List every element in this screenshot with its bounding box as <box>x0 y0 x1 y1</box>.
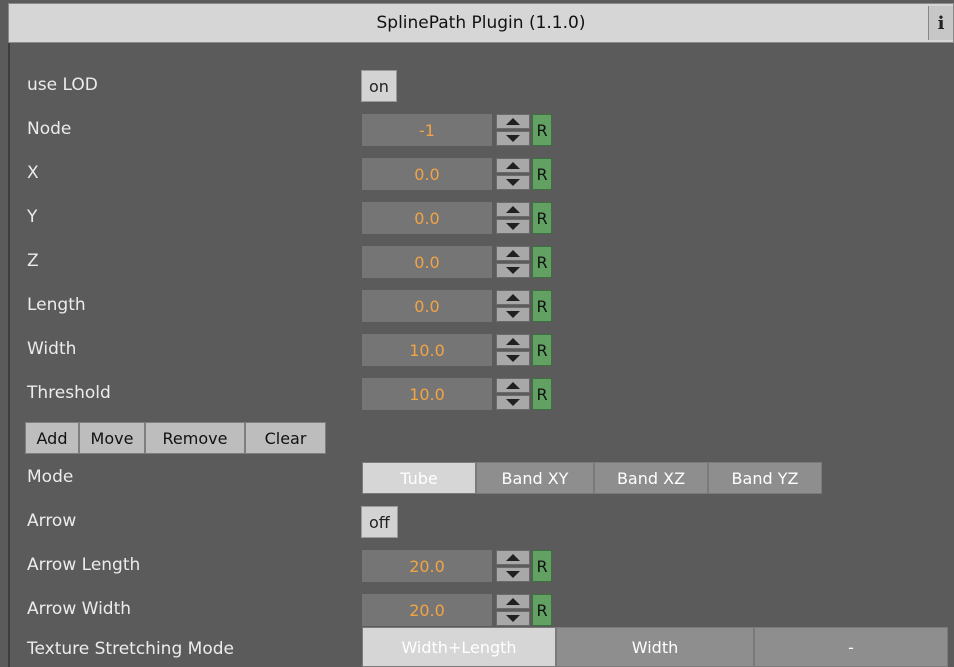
texture-width-length-button[interactable]: Width+Length <box>362 627 556 667</box>
arrow-toggle[interactable]: off <box>361 506 398 538</box>
y-field[interactable]: 0.0 <box>362 202 492 234</box>
increment-arrow-icon[interactable] <box>496 594 530 609</box>
texture-stretching-mode-label: Texture Stretching Mode <box>27 639 234 659</box>
width-label: Width <box>27 339 77 359</box>
z-spinner[interactable] <box>496 246 530 278</box>
decrement-arrow-icon[interactable] <box>496 307 530 322</box>
x-spinner[interactable] <box>496 158 530 190</box>
mode-label: Mode <box>27 467 74 487</box>
arrow-width-reset-button[interactable]: R <box>532 594 552 626</box>
z-label: Z <box>27 251 39 271</box>
increment-arrow-icon[interactable] <box>496 158 530 173</box>
increment-arrow-icon[interactable] <box>496 202 530 217</box>
use-lod-label: use LOD <box>27 75 98 95</box>
z-field[interactable]: 0.0 <box>362 246 492 278</box>
decrement-arrow-icon[interactable] <box>496 395 530 410</box>
x-label: X <box>27 163 39 183</box>
decrement-arrow-icon[interactable] <box>496 567 530 582</box>
arrow-length-field[interactable]: 20.0 <box>362 550 492 582</box>
decrement-arrow-icon[interactable] <box>496 351 530 366</box>
clear-button[interactable]: Clear <box>245 422 326 454</box>
width-reset-button[interactable]: R <box>532 334 552 366</box>
threshold-field[interactable]: 10.0 <box>362 378 492 410</box>
plugin-title: SplinePath Plugin (1.1.0) <box>376 13 586 33</box>
node-spinner[interactable] <box>496 114 530 146</box>
mode-tube-button[interactable]: Tube <box>362 462 476 494</box>
texture-width-button[interactable]: Width <box>556 627 754 667</box>
increment-arrow-icon[interactable] <box>496 334 530 349</box>
increment-arrow-icon[interactable] <box>496 550 530 565</box>
decrement-arrow-icon[interactable] <box>496 175 530 190</box>
increment-arrow-icon[interactable] <box>496 378 530 393</box>
panel-left-border <box>8 43 10 667</box>
increment-arrow-icon[interactable] <box>496 290 530 305</box>
increment-arrow-icon[interactable] <box>496 246 530 261</box>
length-label: Length <box>27 295 86 315</box>
z-reset-button[interactable]: R <box>532 246 552 278</box>
arrow-width-field[interactable]: 20.0 <box>362 594 492 626</box>
threshold-reset-button[interactable]: R <box>532 378 552 410</box>
y-spinner[interactable] <box>496 202 530 234</box>
node-reset-button[interactable]: R <box>532 114 552 146</box>
node-label: Node <box>27 119 72 139</box>
texture-none-button[interactable]: - <box>754 627 948 667</box>
decrement-arrow-icon[interactable] <box>496 611 530 626</box>
mode-band-xz-button[interactable]: Band XZ <box>594 462 708 494</box>
threshold-spinner[interactable] <box>496 378 530 410</box>
decrement-arrow-icon[interactable] <box>496 219 530 234</box>
decrement-arrow-icon[interactable] <box>496 131 530 146</box>
y-label: Y <box>27 207 38 227</box>
arrow-length-label: Arrow Length <box>27 555 141 575</box>
x-field[interactable]: 0.0 <box>362 158 492 190</box>
info-icon[interactable]: i <box>928 6 953 40</box>
x-reset-button[interactable]: R <box>532 158 552 190</box>
remove-button[interactable]: Remove <box>145 422 245 454</box>
width-spinner[interactable] <box>496 334 530 366</box>
mode-band-yz-button[interactable]: Band YZ <box>708 462 822 494</box>
y-reset-button[interactable]: R <box>532 202 552 234</box>
length-field[interactable]: 0.0 <box>362 290 492 322</box>
move-button[interactable]: Move <box>79 422 145 454</box>
plugin-title-bar: SplinePath Plugin (1.1.0) i <box>8 3 954 43</box>
node-field[interactable]: -1 <box>362 114 492 146</box>
length-reset-button[interactable]: R <box>532 290 552 322</box>
mode-band-xy-button[interactable]: Band XY <box>476 462 594 494</box>
arrow-width-spinner[interactable] <box>496 594 530 626</box>
use-lod-toggle[interactable]: on <box>361 70 397 102</box>
arrow-length-spinner[interactable] <box>496 550 530 582</box>
width-field[interactable]: 10.0 <box>362 334 492 366</box>
arrow-length-reset-button[interactable]: R <box>532 550 552 582</box>
increment-arrow-icon[interactable] <box>496 114 530 129</box>
length-spinner[interactable] <box>496 290 530 322</box>
arrow-width-label: Arrow Width <box>27 599 132 619</box>
arrow-label: Arrow <box>27 511 77 531</box>
decrement-arrow-icon[interactable] <box>496 263 530 278</box>
threshold-label: Threshold <box>27 383 111 403</box>
add-button[interactable]: Add <box>25 422 79 454</box>
